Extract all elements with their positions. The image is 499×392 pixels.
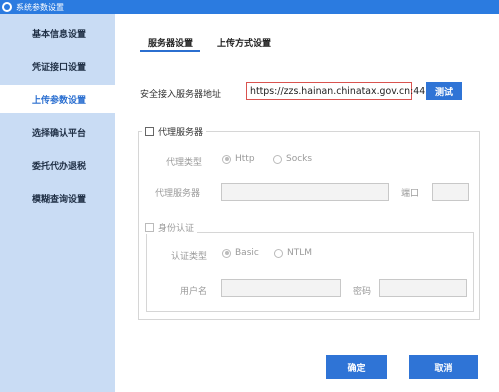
username-input[interactable] (221, 279, 341, 297)
title-bar: 系统参数设置 (0, 0, 499, 14)
sidebar-item-tax-refund[interactable]: 委托代办退税 (0, 151, 115, 179)
sidebar: 基本信息设置 凭证接口设置 上传参数设置 选择确认平台 委托代办退税 模糊查询设… (0, 14, 118, 392)
auth-group (146, 232, 474, 312)
auth-type-label: 认证类型 (171, 252, 208, 262)
auth-type-basic[interactable]: Basic (222, 248, 259, 258)
server-address-input[interactable]: https://zzs.hainan.chinatax.gov.cn:4431 (246, 82, 437, 100)
test-button[interactable]: 测试 (426, 82, 462, 100)
active-tab-indicator (140, 50, 200, 52)
port-input[interactable] (432, 183, 469, 201)
sidebar-item-fuzzy-query[interactable]: 模糊查询设置 (0, 184, 115, 212)
proxy-type-label: 代理类型 (166, 158, 203, 168)
proxy-server-label: 代理服务器 (155, 189, 201, 199)
cancel-button[interactable]: 取消 (409, 355, 478, 379)
radio-unselected-icon (273, 154, 282, 164)
auth-checkbox-label: 身份认证 (158, 224, 195, 234)
sidebar-item-confirm-platform[interactable]: 选择确认平台 (0, 118, 115, 146)
proxy-legend: 代理服务器 (142, 125, 207, 138)
username-label: 用户名 (180, 287, 208, 297)
radio-unselected-icon (274, 248, 283, 258)
proxy-server-input[interactable] (221, 183, 389, 201)
radio-label: Socks (286, 154, 313, 164)
sidebar-item-basic-info[interactable]: 基本信息设置 (0, 19, 115, 47)
password-label: 密码 (353, 287, 372, 297)
sidebar-item-label: 委托代办退税 (32, 161, 87, 172)
radio-label: Basic (235, 248, 259, 258)
auth-legend: 身份认证 (142, 221, 198, 234)
sidebar-item-label: 基本信息设置 (32, 29, 87, 40)
proxy-checkbox-label: 代理服务器 (158, 128, 204, 138)
radio-label: Http (235, 154, 255, 164)
tab-server-settings[interactable]: 服务器设置 (148, 36, 193, 49)
tab-upload-method[interactable]: 上传方式设置 (217, 36, 271, 49)
password-input[interactable] (379, 279, 467, 297)
sidebar-item-label: 凭证接口设置 (32, 62, 87, 73)
window-title: 系统参数设置 (16, 2, 64, 12)
sidebar-item-label: 模糊查询设置 (32, 194, 87, 205)
auth-checkbox[interactable] (145, 223, 154, 232)
app-icon (2, 2, 12, 12)
proxy-type-socks[interactable]: Socks (273, 154, 312, 164)
sidebar-item-upload-params[interactable]: 上传参数设置 (0, 85, 118, 113)
port-label: 端口 (401, 189, 420, 199)
radio-label: NTLM (287, 248, 313, 258)
sidebar-item-label: 选择确认平台 (32, 128, 87, 139)
ok-button[interactable]: 确定 (326, 355, 387, 379)
proxy-type-http[interactable]: Http (222, 154, 255, 164)
sidebar-item-voucher-interface[interactable]: 凭证接口设置 (0, 52, 115, 80)
sidebar-item-label: 上传参数设置 (32, 95, 87, 106)
radio-selected-icon (222, 248, 231, 258)
auth-type-ntlm[interactable]: NTLM (274, 248, 312, 258)
proxy-checkbox[interactable] (145, 127, 154, 136)
server-address-label: 安全接入服务器地址 (140, 90, 222, 100)
radio-selected-icon (222, 154, 231, 164)
